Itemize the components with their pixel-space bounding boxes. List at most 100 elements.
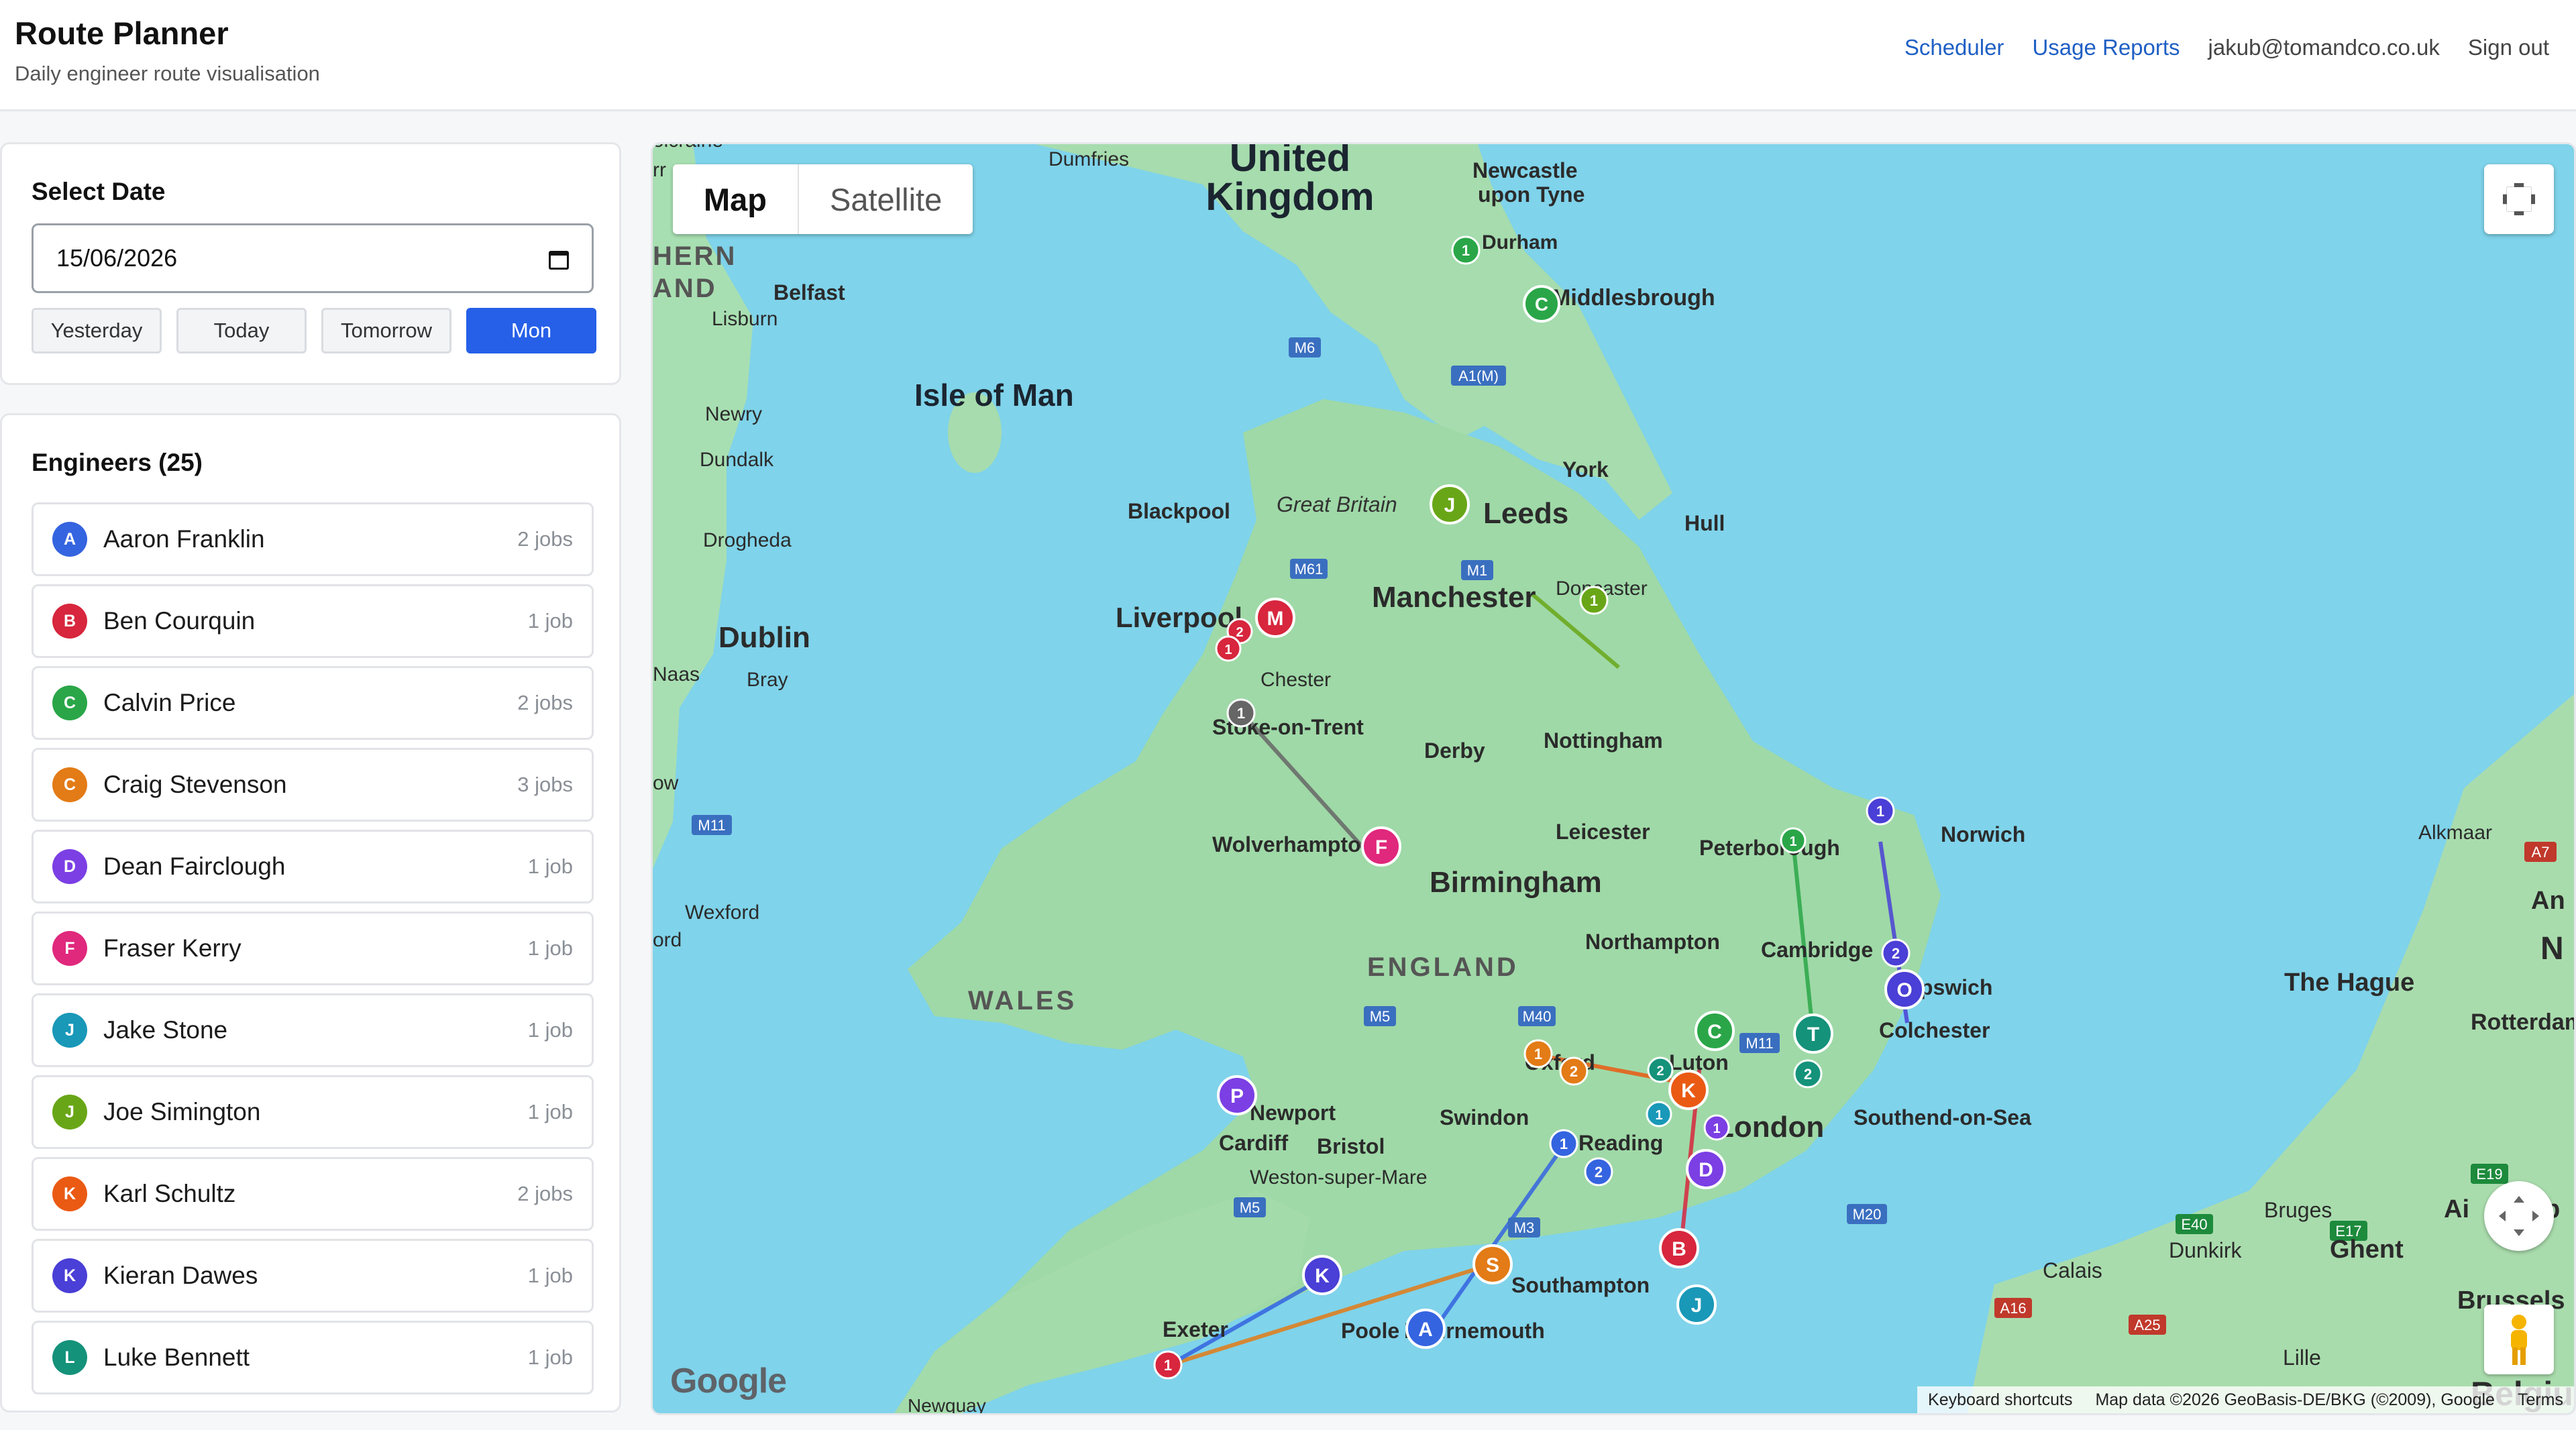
label-poole: Poole xyxy=(1341,1319,1399,1343)
map-canvas[interactable]: M6 A1(M) M61 M1 M40 M5 M11 M3 M20 M5 M11… xyxy=(653,144,2574,1413)
fullscreen-icon[interactable] xyxy=(2484,164,2554,234)
engineer-row[interactable]: F Fraser Kerry 1 job xyxy=(32,912,594,985)
svg-text:C: C xyxy=(1535,294,1548,315)
label-dunkirk: Dunkirk xyxy=(2169,1238,2242,1262)
nav-scheduler-link[interactable]: Scheduler xyxy=(1904,35,2004,60)
label-southampton: Southampton xyxy=(1511,1273,1650,1297)
label-weston: Weston-super-Mare xyxy=(1250,1166,1428,1189)
label-leicester: Leicester xyxy=(1556,820,1650,844)
road-m3: M3 xyxy=(1514,1219,1535,1236)
road-m11-ireland: M11 xyxy=(698,817,725,834)
label-kingdom: Kingdom xyxy=(1205,175,1374,219)
avatar: L xyxy=(52,1340,87,1375)
svg-text:1: 1 xyxy=(1655,1108,1662,1123)
label-cardiff: Cardiff xyxy=(1219,1131,1288,1155)
engineer-row[interactable]: J Joe Simington 1 job xyxy=(32,1075,594,1149)
svg-text:1: 1 xyxy=(1164,1357,1172,1374)
terms-link[interactable]: Terms xyxy=(2518,1390,2563,1410)
engineer-row[interactable]: A Aaron Franklin 2 jobs xyxy=(32,502,594,576)
engineer-job-count: 1 job xyxy=(527,855,573,878)
map-attribution: Keyboard shortcuts Map data ©2026 GeoBas… xyxy=(1917,1386,2574,1413)
label-middlesbrough: Middlesbrough xyxy=(1552,285,1715,311)
engineer-name: Craig Stevenson xyxy=(103,771,287,798)
avatar: C xyxy=(52,685,87,720)
label-alkmaar: Alkmaar xyxy=(2418,822,2492,844)
engineer-row[interactable]: K Kieran Dawes 1 job xyxy=(32,1239,594,1313)
label-ghent: Ghent xyxy=(2330,1235,2404,1264)
google-logo: Google xyxy=(670,1362,787,1400)
label-belfast: Belfast xyxy=(773,280,845,305)
label-southend: Southend-on-Sea xyxy=(1854,1105,2031,1130)
tomorrow-button[interactable]: Tomorrow xyxy=(321,308,451,353)
road-m11: M11 xyxy=(1746,1035,1773,1052)
engineer-row[interactable]: B Ben Courquin 1 job xyxy=(32,584,594,658)
sign-out-link[interactable]: Sign out xyxy=(2468,35,2549,60)
route-map[interactable]: M6 A1(M) M61 M1 M40 M5 M11 M3 M20 M5 M11… xyxy=(651,142,2576,1415)
label-newport: Newport xyxy=(1250,1101,1336,1125)
label-northern: HERN xyxy=(653,241,737,271)
engineer-job-count: 2 jobs xyxy=(517,691,573,714)
road-a7: A7 xyxy=(2532,844,2550,861)
label-ipswich: Ipswich xyxy=(1914,975,1992,999)
label-great-britain: Great Britain xyxy=(1277,492,1397,516)
label-dublin: Dublin xyxy=(718,621,810,654)
engineer-name: Dean Fairclough xyxy=(103,852,286,880)
avatar: D xyxy=(52,849,87,884)
svg-text:1: 1 xyxy=(1237,705,1245,722)
label-exeter: Exeter xyxy=(1163,1317,1228,1341)
quick-date-buttons: Yesterday Today Tomorrow Mon xyxy=(32,308,596,353)
engineer-row[interactable]: C Calvin Price 2 jobs xyxy=(32,666,594,740)
label-lille: Lille xyxy=(2283,1345,2321,1370)
svg-text:J: J xyxy=(1691,1295,1703,1317)
label-isle-of-man: Isle of Man xyxy=(914,378,1074,412)
svg-text:B: B xyxy=(1672,1238,1686,1260)
engineer-row[interactable]: J Jake Stone 1 job xyxy=(32,993,594,1067)
date-input[interactable]: 15/06/2026 xyxy=(32,223,594,293)
label-lisburn: Lisburn xyxy=(712,308,777,330)
avatar: B xyxy=(52,604,87,639)
map-type-satellite-button[interactable]: Satellite xyxy=(799,164,973,234)
avatar: F xyxy=(52,931,87,966)
engineer-job-count: 1 job xyxy=(527,609,573,632)
svg-text:2: 2 xyxy=(1236,625,1243,640)
engineer-row[interactable]: K Karl Schultz 2 jobs xyxy=(32,1157,594,1231)
label-colchester: Colchester xyxy=(1879,1018,1990,1042)
label-luton: Luton xyxy=(1669,1050,1729,1075)
label-nottingham: Nottingham xyxy=(1544,728,1663,753)
today-button[interactable]: Today xyxy=(176,308,307,353)
top-nav: Scheduler Usage Reports jakub@tomandco.c… xyxy=(1904,35,2549,60)
nav-usage-reports-link[interactable]: Usage Reports xyxy=(2032,35,2180,60)
engineer-name: Jake Stone xyxy=(103,1016,228,1044)
engineer-name: Kieran Dawes xyxy=(103,1262,258,1289)
svg-text:1: 1 xyxy=(1224,643,1232,657)
street-view-pegman-icon[interactable] xyxy=(2484,1305,2554,1374)
mon-button[interactable]: Mon xyxy=(466,308,596,353)
map-data-text: Map data ©2026 GeoBasis-DE/BKG (©2009), … xyxy=(2095,1390,2495,1409)
label-drogheda: Drogheda xyxy=(703,529,792,551)
page-subtitle: Daily engineer route visualisation xyxy=(15,62,320,85)
svg-text:C: C xyxy=(1707,1021,1722,1043)
avatar: K xyxy=(52,1258,87,1293)
keyboard-shortcuts-link[interactable]: Keyboard shortcuts xyxy=(1928,1390,2072,1410)
label-cambridge: Cambridge xyxy=(1761,938,1873,962)
label-england: ENGLAND xyxy=(1367,952,1519,982)
engineer-row[interactable]: D Dean Fairclough 1 job xyxy=(32,830,594,903)
svg-text:1: 1 xyxy=(1590,592,1598,609)
page-title: Route Planner xyxy=(15,15,229,51)
label-birmingham: Birmingham xyxy=(1430,866,1602,899)
label-bristol: Bristol xyxy=(1317,1134,1385,1158)
yesterday-button[interactable]: Yesterday xyxy=(32,308,162,353)
label-wolverhampton: Wolverhampton xyxy=(1212,832,1374,857)
label-durham: Durham xyxy=(1482,231,1558,254)
engineer-row[interactable]: L Luke Bennett 1 job xyxy=(32,1321,594,1394)
label-newquay: Newquay xyxy=(908,1395,986,1413)
engineer-row[interactable]: C Craig Stevenson 3 jobs xyxy=(32,748,594,822)
route-planner-app: Route Planner Daily engineer route visua… xyxy=(0,0,2576,1430)
top-header: Route Planner Daily engineer route visua… xyxy=(0,0,2576,111)
pan-control-icon[interactable] xyxy=(2484,1181,2554,1251)
label-liverpool: Liverpool xyxy=(1116,602,1242,633)
calendar-icon[interactable] xyxy=(549,248,569,270)
map-type-map-button[interactable]: Map xyxy=(673,164,799,234)
svg-text:1: 1 xyxy=(1534,1046,1542,1062)
svg-text:D: D xyxy=(1699,1159,1713,1181)
